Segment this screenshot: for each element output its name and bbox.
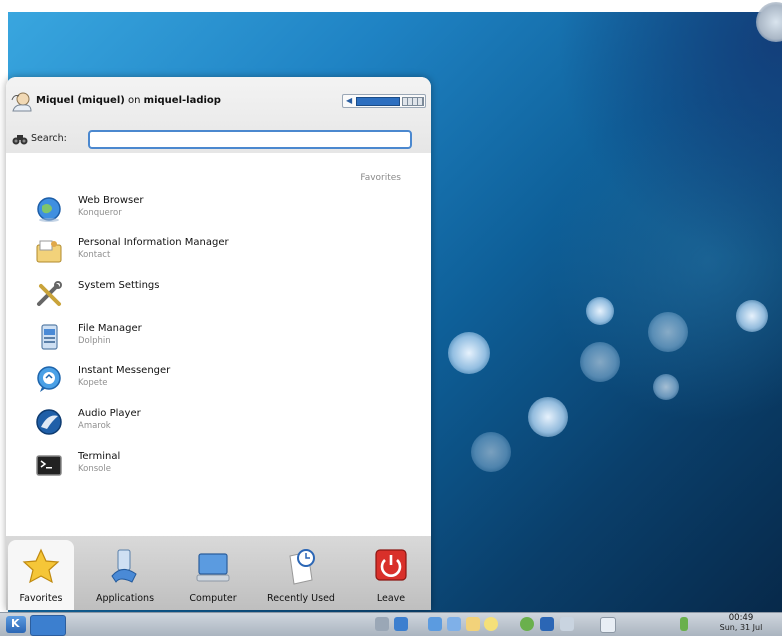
host-name: miquel-ladiop bbox=[143, 95, 221, 106]
tray-folder-icon[interactable] bbox=[466, 617, 480, 631]
contact-folder-icon bbox=[36, 240, 62, 263]
wallpaper-orb bbox=[448, 332, 490, 374]
favorite-app: Kopete bbox=[78, 378, 108, 388]
desktop-corner-widget[interactable] bbox=[756, 2, 782, 42]
favorite-name: System Settings bbox=[78, 280, 160, 291]
tray-window-icon[interactable] bbox=[394, 617, 408, 631]
star-icon bbox=[22, 548, 60, 584]
favorite-app: Amarok bbox=[78, 421, 111, 431]
tray-desktop-icon[interactable] bbox=[428, 617, 442, 631]
favorite-item-instant-messenger[interactable]: Instant Messenger Kopete bbox=[28, 362, 408, 396]
terminal-icon bbox=[36, 455, 62, 476]
file-manager-icon bbox=[41, 324, 58, 350]
tools-icon bbox=[37, 281, 62, 306]
power-icon bbox=[375, 549, 407, 581]
amarok-icon bbox=[36, 409, 62, 435]
tray-clipboard-icon[interactable] bbox=[600, 617, 616, 633]
favorite-app: Konsole bbox=[78, 464, 111, 474]
taskbar-task-button[interactable] bbox=[30, 615, 66, 636]
tab-label: Recently Used bbox=[267, 593, 335, 604]
search-input[interactable] bbox=[88, 130, 412, 149]
clock-date: Sun, 31 Jul bbox=[719, 623, 763, 632]
launcher-switcher-widget[interactable]: ◀ bbox=[342, 94, 426, 108]
switcher-active-indicator bbox=[356, 97, 400, 106]
favorite-item-terminal[interactable]: Terminal Konsole bbox=[28, 448, 408, 482]
taskbar-clock[interactable]: 00:49 Sun, 31 Jul bbox=[705, 613, 777, 633]
switcher-arrow-icon[interactable]: ◀ bbox=[346, 96, 352, 106]
favorite-item-pim[interactable]: Personal Information Manager Kontact bbox=[28, 234, 408, 268]
favorite-name: File Manager bbox=[78, 323, 142, 334]
wallpaper-orb bbox=[580, 342, 620, 382]
user-name: Miquel (miquel) bbox=[36, 95, 125, 106]
tray-lightbulb-icon[interactable] bbox=[484, 617, 498, 631]
favorite-name: Terminal bbox=[78, 451, 121, 462]
clock-document-icon bbox=[289, 549, 315, 585]
user-avatar-icon bbox=[11, 92, 32, 112]
favorite-name: Instant Messenger bbox=[78, 365, 171, 376]
kickoff-button[interactable]: K bbox=[6, 616, 26, 633]
favorite-name: Web Browser bbox=[78, 195, 144, 206]
tab-label: Favorites bbox=[19, 593, 63, 604]
computer-icon bbox=[196, 553, 230, 582]
taskbar: K 00:49 Sun, 31 Jul bbox=[0, 612, 782, 636]
tray-network-icon[interactable] bbox=[375, 617, 389, 631]
tray-info-icon[interactable] bbox=[560, 617, 574, 631]
applications-icon bbox=[111, 549, 137, 583]
wallpaper-orb bbox=[653, 374, 679, 400]
user-host-connector: on bbox=[128, 95, 141, 106]
favorite-item-file-manager[interactable]: File Manager Dolphin bbox=[28, 320, 408, 354]
favorite-app: Kontact bbox=[78, 250, 111, 260]
favorite-name: Personal Information Manager bbox=[78, 237, 229, 248]
tab-label: Computer bbox=[189, 593, 237, 604]
tray-pager-icon[interactable] bbox=[447, 617, 461, 631]
search-label: Search: bbox=[31, 133, 67, 144]
favorite-app: Konqueror bbox=[78, 208, 122, 218]
application-launcher: Miquel (miquel) on miquel-ladiop ◀ Searc… bbox=[6, 77, 431, 610]
tab-label: Leave bbox=[376, 593, 406, 604]
chat-icon bbox=[37, 366, 61, 392]
wallpaper-orb bbox=[736, 300, 768, 332]
favorite-app: Dolphin bbox=[78, 336, 111, 346]
kde-logo-icon: K bbox=[11, 617, 20, 630]
favorites-heading: Favorites bbox=[360, 173, 401, 183]
favorite-name: Audio Player bbox=[78, 408, 141, 419]
tab-recently-used[interactable]: Recently Used bbox=[256, 540, 346, 610]
globe-icon bbox=[37, 197, 61, 222]
tray-network-manager-icon[interactable] bbox=[540, 617, 554, 631]
tray-update-icon[interactable] bbox=[520, 617, 534, 631]
binoculars-icon bbox=[12, 135, 28, 145]
switcher-cells bbox=[402, 97, 424, 106]
favorite-item-web-browser[interactable]: Web Browser Konqueror bbox=[28, 192, 408, 226]
launcher-tab-bar: Favorites Applications Computer Recently… bbox=[6, 536, 431, 610]
tab-computer[interactable]: Computer bbox=[176, 540, 250, 610]
clock-time: 00:49 bbox=[728, 613, 754, 623]
favorite-item-audio-player[interactable]: Audio Player Amarok bbox=[28, 405, 408, 439]
tab-label: Applications bbox=[95, 593, 155, 604]
tab-favorites[interactable]: Favorites bbox=[8, 540, 74, 610]
tray-battery-icon[interactable] bbox=[680, 617, 688, 631]
wallpaper-orb bbox=[648, 312, 688, 352]
tab-leave[interactable]: Leave bbox=[356, 540, 426, 610]
user-host-label: Miquel (miquel) on miquel-ladiop bbox=[36, 95, 221, 106]
favorite-item-system-settings[interactable]: System Settings bbox=[28, 277, 408, 311]
wallpaper-orb bbox=[586, 297, 614, 325]
wallpaper-orb bbox=[471, 432, 511, 472]
launcher-header: Miquel (miquel) on miquel-ladiop ◀ Searc… bbox=[6, 77, 431, 153]
tab-applications[interactable]: Applications bbox=[84, 540, 166, 610]
wallpaper-orb bbox=[528, 397, 568, 437]
